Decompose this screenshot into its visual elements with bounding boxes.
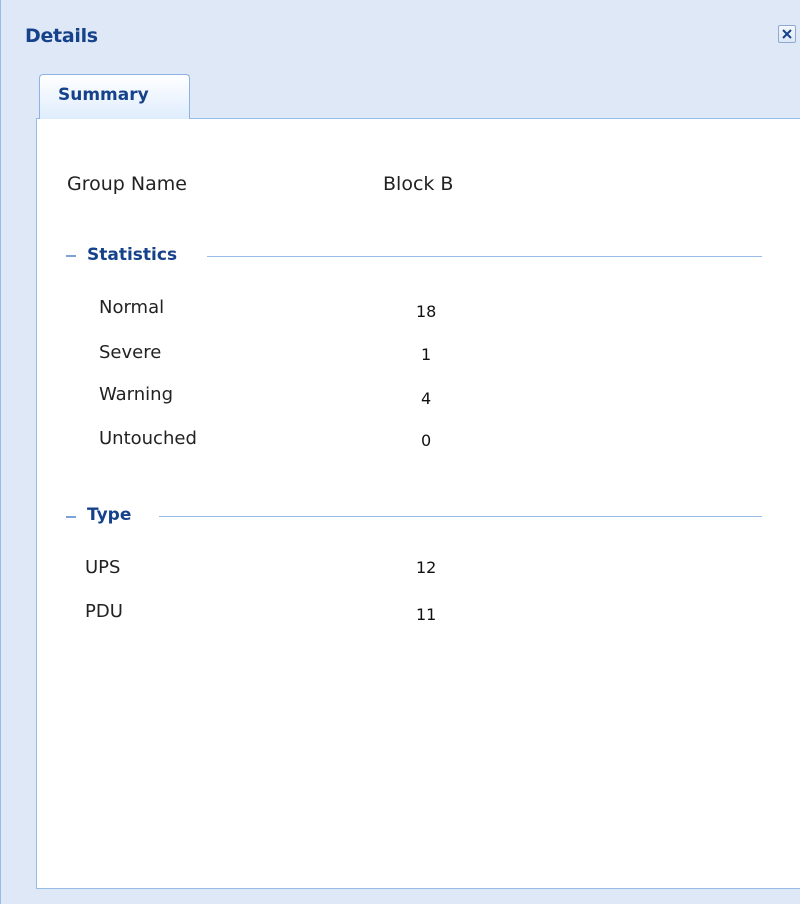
statistics-collapse-icon[interactable] [66, 255, 76, 257]
type-label-pdu: PDU [85, 601, 123, 622]
panel-title: Details [25, 25, 98, 47]
stat-value-normal: 18 [416, 302, 437, 321]
stat-value-warning: 4 [421, 389, 432, 408]
tab-summary-label: Summary [58, 85, 149, 105]
type-divider [159, 516, 762, 517]
details-panel: Details Summary Group Name Block B Stati… [0, 0, 800, 904]
stat-label-warning: Warning [99, 384, 174, 405]
stat-label-severe: Severe [99, 342, 162, 363]
close-icon [782, 29, 792, 39]
type-value-ups: 12 [416, 558, 437, 577]
stat-value-severe: 1 [421, 345, 432, 364]
type-section-title: Type [87, 505, 142, 525]
type-collapse-icon[interactable] [66, 516, 76, 518]
stat-label-normal: Normal [99, 297, 165, 318]
summary-body: Group Name Block B Statistics Normal 18 … [36, 119, 800, 889]
type-value-pdu: 11 [416, 605, 437, 624]
panel-header: Details [1, 0, 800, 70]
close-button[interactable] [778, 25, 796, 43]
stat-value-untouched: 0 [421, 431, 432, 450]
statistics-divider [207, 256, 762, 257]
group-name-value: Block B [383, 173, 454, 195]
group-name-label: Group Name [67, 173, 187, 195]
tab-strip: Summary [1, 70, 800, 120]
tab-summary[interactable]: Summary [39, 74, 190, 120]
stat-label-untouched: Untouched [99, 428, 197, 449]
type-label-ups: UPS [85, 557, 121, 578]
statistics-section-title: Statistics [87, 245, 188, 265]
